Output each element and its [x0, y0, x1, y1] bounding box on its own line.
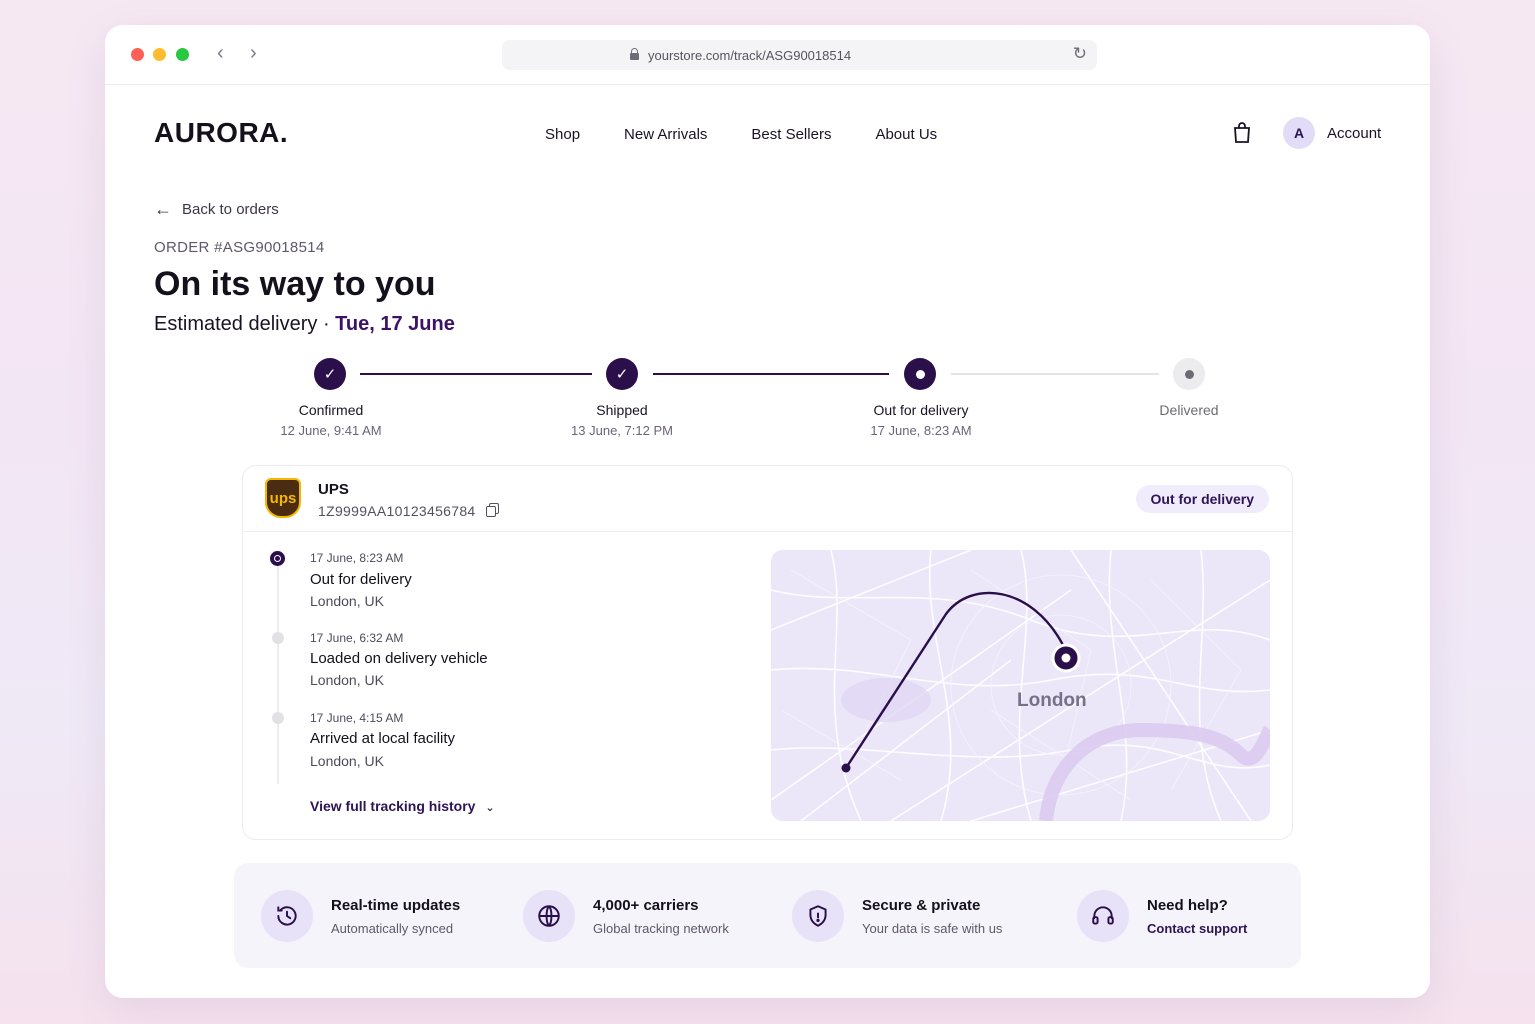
site-logo[interactable]: AURORA. — [154, 117, 288, 149]
step-pending-icon — [1173, 358, 1205, 390]
event-location: London, UK — [310, 593, 384, 609]
feature-title: Secure & private — [862, 897, 981, 914]
maximize-window-button[interactable] — [176, 48, 189, 61]
tracking-timeline: 17 June, 8:23 AM Out for delivery London… — [243, 532, 763, 832]
step-time: 13 June, 7:12 PM — [571, 423, 673, 438]
feature-title: 4,000+ carriers — [593, 897, 699, 914]
shopping-bag-icon[interactable] — [1230, 121, 1254, 145]
browser-forward-icon[interactable]: › — [250, 43, 257, 63]
timeline-rail — [277, 554, 279, 784]
avatar[interactable]: A — [1283, 117, 1315, 149]
nav-about-us[interactable]: About Us — [875, 126, 937, 143]
history-link-label: View full tracking history — [310, 798, 476, 814]
event-title: Loaded on delivery vehicle — [310, 650, 488, 667]
lock-icon — [630, 48, 639, 60]
event-time: 17 June, 4:15 AM — [310, 711, 404, 725]
step-shipped-check-icon: ✓ — [606, 358, 638, 390]
browser-toolbar: ‹ › yourstore.com/track/ASG90018514 ↻ — [105, 25, 1430, 85]
timeline-dot-icon — [272, 712, 284, 724]
feature-title: Real-time updates — [331, 897, 461, 914]
back-to-orders-link[interactable]: ← Back to orders — [154, 199, 279, 220]
carrier-name: UPS — [318, 481, 349, 498]
feature-subtitle: Automatically synced — [331, 921, 454, 936]
event-location: London, UK — [310, 753, 384, 769]
nav-shop[interactable]: Shop — [545, 126, 580, 143]
nav-new-arrivals[interactable]: New Arrivals — [624, 126, 707, 143]
timeline-current-dot-icon — [270, 551, 285, 566]
step-connector — [653, 373, 889, 375]
step-connector — [360, 373, 592, 375]
main-nav: Shop New Arrivals Best Sellers About Us — [545, 126, 981, 143]
step-confirmed-check-icon: ✓ — [314, 358, 346, 390]
feature-title: Need help? — [1147, 897, 1228, 914]
arrow-left-icon: ← — [154, 199, 172, 219]
step-current-icon — [904, 358, 936, 390]
step-label: Delivered — [1159, 402, 1219, 418]
step-time: 12 June, 9:41 AM — [280, 423, 382, 438]
step-time: 17 June, 8:23 AM — [870, 423, 972, 438]
map-city-label: London — [1017, 690, 1087, 711]
account-link[interactable]: Account — [1327, 125, 1381, 142]
carrier-logo: ups — [265, 478, 301, 518]
headset-icon — [1077, 890, 1129, 942]
feature-subtitle: Global tracking network — [593, 921, 729, 936]
eta-label: Estimated delivery · — [154, 313, 336, 335]
eta-date: Tue, 17 June — [335, 313, 455, 335]
event-location: London, UK — [310, 672, 384, 688]
event-time: 17 June, 6:32 AM — [310, 631, 404, 645]
step-connector — [951, 373, 1159, 375]
tracking-number: 1Z9999AA10123456784 — [318, 503, 476, 519]
event-title: Arrived at local facility — [310, 730, 456, 747]
contact-support-link[interactable]: Contact support — [1147, 921, 1247, 936]
site-header: AURORA. Shop New Arrivals Best Sellers A… — [105, 85, 1430, 180]
view-full-history-link[interactable]: View full tracking history ⌄ — [310, 798, 495, 814]
event-time: 17 June, 8:23 AM — [310, 551, 404, 565]
back-link-label: Back to orders — [182, 201, 279, 218]
globe-icon — [523, 890, 575, 942]
step-label: Confirmed — [298, 402, 364, 418]
address-bar[interactable]: yourstore.com/track/ASG90018514 ↻ — [502, 40, 1097, 70]
status-badge: Out for delivery — [1135, 485, 1269, 513]
minimize-window-button[interactable] — [153, 48, 166, 61]
order-number: ORDER #ASG90018514 — [154, 239, 325, 256]
close-window-button[interactable] — [131, 48, 144, 61]
clock-refresh-icon — [261, 890, 313, 942]
delivery-map[interactable]: London — [771, 550, 1270, 821]
page-title: On its way to you — [154, 265, 436, 303]
map-illustration — [771, 550, 1270, 821]
event-title: Out for delivery — [310, 571, 412, 588]
feature-strip: Real-time updates Automatically synced 4… — [234, 863, 1301, 968]
nav-best-sellers[interactable]: Best Sellers — [751, 126, 831, 143]
shield-icon — [792, 890, 844, 942]
copy-icon[interactable] — [486, 503, 500, 517]
step-label: Out for delivery — [873, 402, 969, 418]
step-label: Shipped — [596, 402, 648, 418]
reload-icon[interactable]: ↻ — [1073, 44, 1087, 64]
tracking-card: ups UPS 1Z9999AA10123456784 Out for deli… — [242, 465, 1293, 840]
timeline-dot-icon — [272, 632, 284, 644]
carrier-header: ups UPS 1Z9999AA10123456784 Out for deli… — [243, 466, 1292, 532]
browser-window: ‹ › yourstore.com/track/ASG90018514 ↻ AU… — [105, 25, 1430, 998]
feature-subtitle: Your data is safe with us — [862, 921, 1003, 936]
chevron-down-icon: ⌄ — [485, 802, 495, 814]
url-text: yourstore.com/track/ASG90018514 — [648, 48, 852, 63]
browser-back-icon[interactable]: ‹ — [217, 43, 224, 63]
estimated-delivery: Estimated delivery · Tue, 17 June — [154, 313, 455, 336]
delivery-progress: ✓ ✓ Confirmed 12 June, 9:41 AM Shipped 1… — [105, 355, 1430, 450]
